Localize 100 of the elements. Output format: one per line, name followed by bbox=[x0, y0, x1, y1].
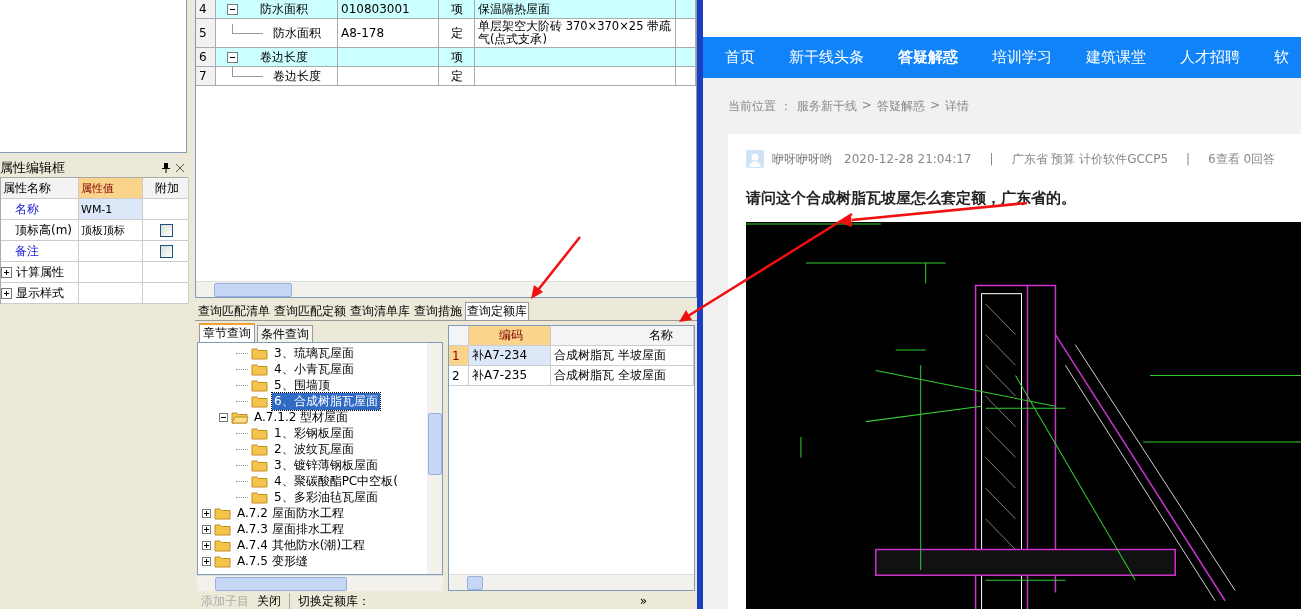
tree-item[interactable]: A.7.4 其他防水(潮)工程 bbox=[235, 536, 368, 554]
table-cell: 定 bbox=[450, 26, 463, 40]
property-name: 备注 bbox=[1, 241, 79, 261]
folder-icon bbox=[214, 538, 232, 552]
folder-icon bbox=[251, 490, 269, 504]
table-cell: 保温隔热屋面 bbox=[478, 2, 550, 16]
table-cell: 卷边长度 bbox=[260, 50, 308, 64]
tree-item[interactable]: 1、彩钢板屋面 bbox=[272, 424, 356, 442]
column-header: 编码 bbox=[469, 326, 551, 345]
table-cell: 定 bbox=[450, 69, 463, 83]
tab[interactable]: 查询匹配清单 bbox=[197, 302, 271, 320]
property-value[interactable]: WM-1 bbox=[79, 199, 143, 219]
tree-item[interactable]: 2、波纹瓦屋面 bbox=[272, 440, 356, 458]
folder-icon bbox=[251, 442, 269, 456]
column-header: 属性值 bbox=[79, 178, 143, 198]
nav-link[interactable]: 培训学习 bbox=[992, 48, 1052, 67]
open-folder-icon bbox=[231, 410, 249, 424]
tree-item[interactable]: A.7.3 屋面排水工程 bbox=[235, 520, 346, 538]
tree-item[interactable]: 4、聚碳酸酯PC中空板( bbox=[272, 472, 400, 490]
column-header: 附加 bbox=[143, 178, 189, 198]
nav-link[interactable]: 新干线头条 bbox=[789, 48, 864, 67]
table-cell[interactable]: 补A7-235 bbox=[469, 366, 551, 385]
folder-icon bbox=[214, 522, 232, 536]
meta-text: 广东省 预算 计价软件GCCP5 bbox=[1011, 150, 1169, 168]
table-cell[interactable]: 合成树脂瓦 半坡屋面 bbox=[551, 346, 694, 365]
row-number: 2 bbox=[449, 366, 469, 385]
breadcrumb-item: 当前位置 ： bbox=[728, 98, 792, 115]
tab[interactable]: 查询措施 bbox=[413, 302, 463, 320]
tree-item[interactable]: 5、围墙顶 bbox=[272, 376, 332, 394]
row-number: 7 bbox=[196, 67, 216, 85]
separator: | bbox=[989, 152, 994, 166]
table-cell: 单层架空大阶砖 370×370×25 带疏气(点式支承) bbox=[478, 20, 672, 46]
property-value[interactable]: 顶板顶标 bbox=[79, 220, 143, 240]
tree-item[interactable]: A.7.1.2 型材屋面 bbox=[252, 408, 351, 426]
table-cell: A8-178 bbox=[341, 26, 385, 40]
tree-line bbox=[232, 67, 263, 77]
close-button[interactable]: 关闭 bbox=[257, 592, 281, 609]
nav-link[interactable]: 软 bbox=[1274, 48, 1289, 67]
expand-toggle[interactable] bbox=[202, 524, 211, 534]
tree-line bbox=[232, 24, 263, 34]
folder-icon bbox=[251, 458, 269, 472]
meta-text: 6查看 0回答 bbox=[1208, 150, 1276, 168]
expand-toggle[interactable] bbox=[219, 412, 228, 422]
table-cell: 项 bbox=[450, 2, 463, 16]
table-cell: 防水面积 bbox=[260, 2, 308, 16]
tree-item[interactable]: 6、合成树脂瓦屋面 bbox=[272, 392, 380, 410]
expand-toggle[interactable] bbox=[1, 287, 12, 299]
tree-item[interactable]: 3、镀锌薄钢板屋面 bbox=[272, 456, 380, 474]
column-header: 属性名称 bbox=[1, 178, 79, 198]
table-cell[interactable]: 合成树脂瓦 全坡屋面 bbox=[551, 366, 694, 385]
checkbox[interactable] bbox=[160, 244, 173, 258]
property-group: 计算属性 bbox=[16, 263, 64, 281]
expand-toggle[interactable] bbox=[202, 540, 211, 550]
folder-icon bbox=[214, 554, 232, 568]
tree-item[interactable]: 4、小青瓦屋面 bbox=[272, 360, 356, 378]
expand-toggle[interactable] bbox=[202, 556, 211, 566]
expand-toggle[interactable] bbox=[202, 508, 211, 518]
checkbox[interactable] bbox=[160, 223, 173, 237]
author-link[interactable]: 咿呀咿呀哟 bbox=[772, 150, 832, 168]
tab[interactable]: 查询匹配定额 bbox=[273, 302, 347, 320]
nav-link[interactable]: 首页 bbox=[725, 48, 755, 67]
tab[interactable]: 条件查询 bbox=[257, 325, 313, 342]
nav-link[interactable]: 人才招聘 bbox=[1180, 48, 1240, 67]
column-header: 名称 bbox=[551, 326, 694, 345]
folder-icon bbox=[251, 426, 269, 440]
table-cell: 项 bbox=[450, 50, 463, 64]
folder-icon bbox=[251, 474, 269, 488]
horizontal-scrollbar[interactable] bbox=[449, 574, 694, 590]
horizontal-scrollbar[interactable] bbox=[196, 281, 696, 297]
more-button[interactable]: » bbox=[639, 594, 647, 608]
folder-icon bbox=[214, 506, 232, 520]
tab[interactable]: 查询定额库 bbox=[465, 302, 529, 320]
nav-link[interactable]: 建筑课堂 bbox=[1086, 48, 1146, 67]
expand-toggle[interactable] bbox=[227, 3, 238, 15]
pin-icon[interactable] bbox=[162, 163, 170, 173]
expand-toggle[interactable] bbox=[227, 51, 238, 63]
meta-text: 2020-12-28 21:04:17 bbox=[844, 152, 972, 166]
table-cell: 卷边长度 bbox=[273, 69, 321, 83]
tree-item[interactable]: A.7.2 屋面防水工程 bbox=[235, 504, 346, 522]
tab[interactable]: 章节查询 bbox=[199, 323, 255, 342]
vertical-scrollbar[interactable] bbox=[427, 343, 442, 574]
table-cell[interactable]: 补A7-234 bbox=[469, 346, 551, 365]
folder-icon bbox=[251, 378, 269, 392]
horizontal-scrollbar[interactable] bbox=[197, 575, 443, 591]
close-icon[interactable] bbox=[176, 164, 184, 172]
table-cell: 防水面积 bbox=[273, 26, 321, 40]
row-number: 5 bbox=[196, 19, 216, 47]
nav-link[interactable]: 答疑解惑 bbox=[898, 48, 958, 67]
table-cell: 010803001 bbox=[341, 2, 410, 16]
folder-icon bbox=[251, 394, 269, 408]
tree-item[interactable]: 3、琉璃瓦屋面 bbox=[272, 344, 356, 362]
folder-icon bbox=[251, 346, 269, 360]
tree-item[interactable]: 5、多彩油毡瓦屋面 bbox=[272, 488, 380, 506]
annotation-arrow bbox=[531, 236, 581, 299]
expand-toggle[interactable] bbox=[1, 266, 12, 278]
tab[interactable]: 查询清单库 bbox=[349, 302, 411, 320]
property-group: 显示样式 bbox=[16, 284, 64, 302]
tree-item[interactable]: A.7.5 变形缝 bbox=[235, 552, 310, 570]
row-number: 4 bbox=[196, 0, 216, 18]
property-name: 顶标高(m) bbox=[1, 220, 79, 240]
